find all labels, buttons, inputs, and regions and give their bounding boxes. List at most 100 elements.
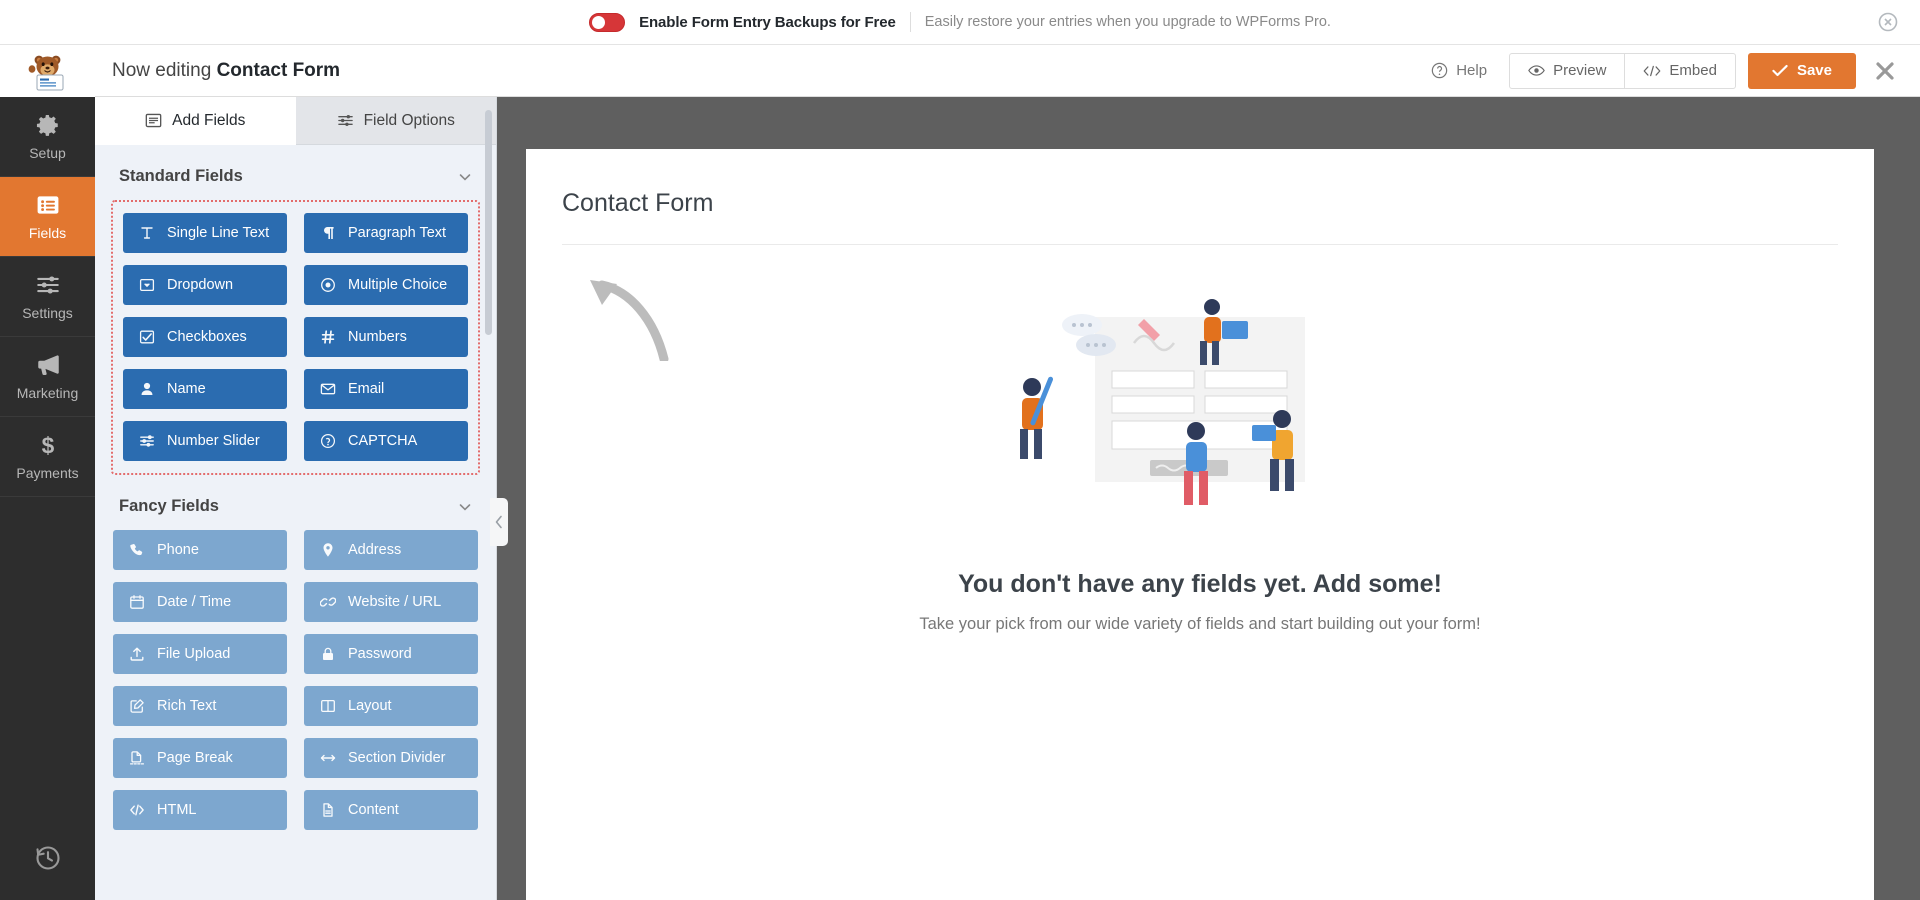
field-button-content[interactable]: Content: [304, 790, 478, 830]
paragraph-icon: [320, 225, 336, 241]
field-button-numbers[interactable]: Numbers: [304, 317, 468, 357]
sidebar-item-marketing[interactable]: Marketing: [0, 337, 95, 417]
help-label: Help: [1456, 62, 1487, 79]
promo-notice-bar: Enable Form Entry Backups for Free Easil…: [0, 0, 1920, 45]
field-label: Section Divider: [348, 750, 446, 766]
field-button-website-url[interactable]: Website / URL: [304, 582, 478, 622]
form-title-divider: [562, 244, 1838, 245]
field-button-address[interactable]: Address: [304, 530, 478, 570]
checkbox-icon: [139, 329, 155, 345]
field-label: Page Break: [157, 750, 233, 766]
field-label: Content: [348, 802, 399, 818]
promo-notice-divider: [910, 12, 911, 32]
editing-prefix: Now editing: [112, 60, 211, 81]
field-label: Single Line Text: [167, 225, 269, 241]
collapse-panel-button[interactable]: [490, 498, 508, 546]
curved-arrow-icon: [584, 271, 694, 361]
page-title: Now editing Contact Form: [112, 60, 340, 82]
dollar-icon: $: [35, 432, 61, 458]
field-button-dropdown[interactable]: Dropdown: [123, 265, 287, 305]
chevron-down-icon: [458, 500, 472, 514]
help-button[interactable]: Help: [1409, 62, 1509, 79]
sidebar-item-payments[interactable]: $ Payments: [0, 417, 95, 497]
close-icon[interactable]: [1878, 12, 1898, 32]
panel-content: Standard Fields Single Line Text Paragra…: [95, 145, 496, 830]
dropdown-icon: [139, 277, 155, 293]
add-fields-icon: [145, 112, 162, 129]
tab-field-options[interactable]: Field Options: [296, 97, 497, 145]
megaphone-icon: [35, 352, 61, 378]
field-options-icon: [337, 112, 354, 129]
field-label: Name: [167, 381, 206, 397]
field-button-paragraph-text[interactable]: Paragraph Text: [304, 213, 468, 253]
content-icon: [320, 802, 336, 818]
field-button-phone[interactable]: Phone: [113, 530, 287, 570]
form-sheet: Contact Form: [526, 149, 1874, 900]
field-button-number-slider[interactable]: Number Slider: [123, 421, 287, 461]
sidebar-item-label: Payments: [16, 465, 78, 481]
pencil-square-icon: [129, 698, 145, 714]
embed-label: Embed: [1669, 62, 1717, 79]
slider-icon: [139, 433, 155, 449]
field-button-name[interactable]: Name: [123, 369, 287, 409]
sidebar-item-label: Marketing: [17, 385, 78, 401]
header-actions: Help Preview Embed Save: [1409, 45, 1920, 97]
field-button-html[interactable]: HTML: [113, 790, 287, 830]
field-button-single-line-text[interactable]: Single Line Text: [123, 213, 287, 253]
tab-add-fields[interactable]: Add Fields: [95, 97, 296, 145]
revisions-button[interactable]: [0, 816, 95, 900]
field-button-captcha[interactable]: CAPTCHA: [304, 421, 468, 461]
panel-scrollbar[interactable]: [485, 110, 492, 335]
sidebar-item-settings[interactable]: Settings: [0, 257, 95, 337]
preview-button[interactable]: Preview: [1509, 53, 1625, 89]
question-circle-icon: [1431, 62, 1448, 79]
phone-icon: [129, 542, 145, 558]
section-header-standard-fields[interactable]: Standard Fields: [113, 145, 478, 200]
sidebar-item-fields[interactable]: Fields: [0, 177, 95, 257]
fancy-fields-grid: Phone Address Date / Time: [113, 530, 478, 830]
field-button-file-upload[interactable]: File Upload: [113, 634, 287, 674]
save-button[interactable]: Save: [1748, 53, 1856, 89]
embed-button[interactable]: Embed: [1625, 53, 1736, 89]
field-button-section-divider[interactable]: Section Divider: [304, 738, 478, 778]
question-circle-icon: [320, 433, 336, 449]
builder-header: Now editing Contact Form Help Preview: [0, 45, 1920, 97]
section-title: Fancy Fields: [119, 497, 219, 516]
preview-label: Preview: [1553, 62, 1606, 79]
tab-label: Field Options: [364, 112, 455, 130]
sidebar-item-setup[interactable]: Setup: [0, 97, 95, 177]
section-title: Standard Fields: [119, 167, 243, 186]
promo-notice-title: Enable Form Entry Backups for Free: [639, 14, 896, 31]
preview-embed-group: Preview Embed: [1509, 53, 1736, 89]
standard-fields-highlight: Single Line Text Paragraph Text Dropdown: [111, 200, 480, 475]
field-label: Address: [348, 542, 401, 558]
field-button-page-break[interactable]: Page Break: [113, 738, 287, 778]
envelope-icon: [320, 381, 336, 397]
text-field-icon: [139, 225, 155, 241]
field-label: File Upload: [157, 646, 230, 662]
panel-tabs: Add Fields Field Options: [95, 97, 496, 145]
calendar-icon: [129, 594, 145, 610]
section-header-fancy-fields[interactable]: Fancy Fields: [113, 475, 478, 530]
field-button-multiple-choice[interactable]: Multiple Choice: [304, 265, 468, 305]
bear-mascot-icon: [25, 50, 71, 92]
save-label: Save: [1797, 62, 1832, 79]
field-button-password[interactable]: Password: [304, 634, 478, 674]
field-label: Password: [348, 646, 412, 662]
wpforms-logo[interactable]: [0, 45, 95, 97]
empty-state-subtitle: Take your pick from our wide variety of …: [562, 615, 1838, 634]
gear-icon: [35, 112, 61, 138]
field-label: Website / URL: [348, 594, 441, 610]
field-button-layout[interactable]: Layout: [304, 686, 478, 726]
form-entry-backups-toggle[interactable]: [589, 13, 625, 32]
field-button-checkboxes[interactable]: Checkboxes: [123, 317, 287, 357]
field-button-date-time[interactable]: Date / Time: [113, 582, 287, 622]
field-button-email[interactable]: Email: [304, 369, 468, 409]
field-label: Paragraph Text: [348, 225, 446, 241]
empty-state: You don't have any fields yet. Add some!…: [562, 271, 1838, 634]
form-title: Contact Form: [562, 189, 1838, 218]
field-label: Numbers: [348, 329, 407, 345]
close-builder-icon[interactable]: [1874, 60, 1896, 82]
field-button-rich-text[interactable]: Rich Text: [113, 686, 287, 726]
field-label: Multiple Choice: [348, 277, 447, 293]
